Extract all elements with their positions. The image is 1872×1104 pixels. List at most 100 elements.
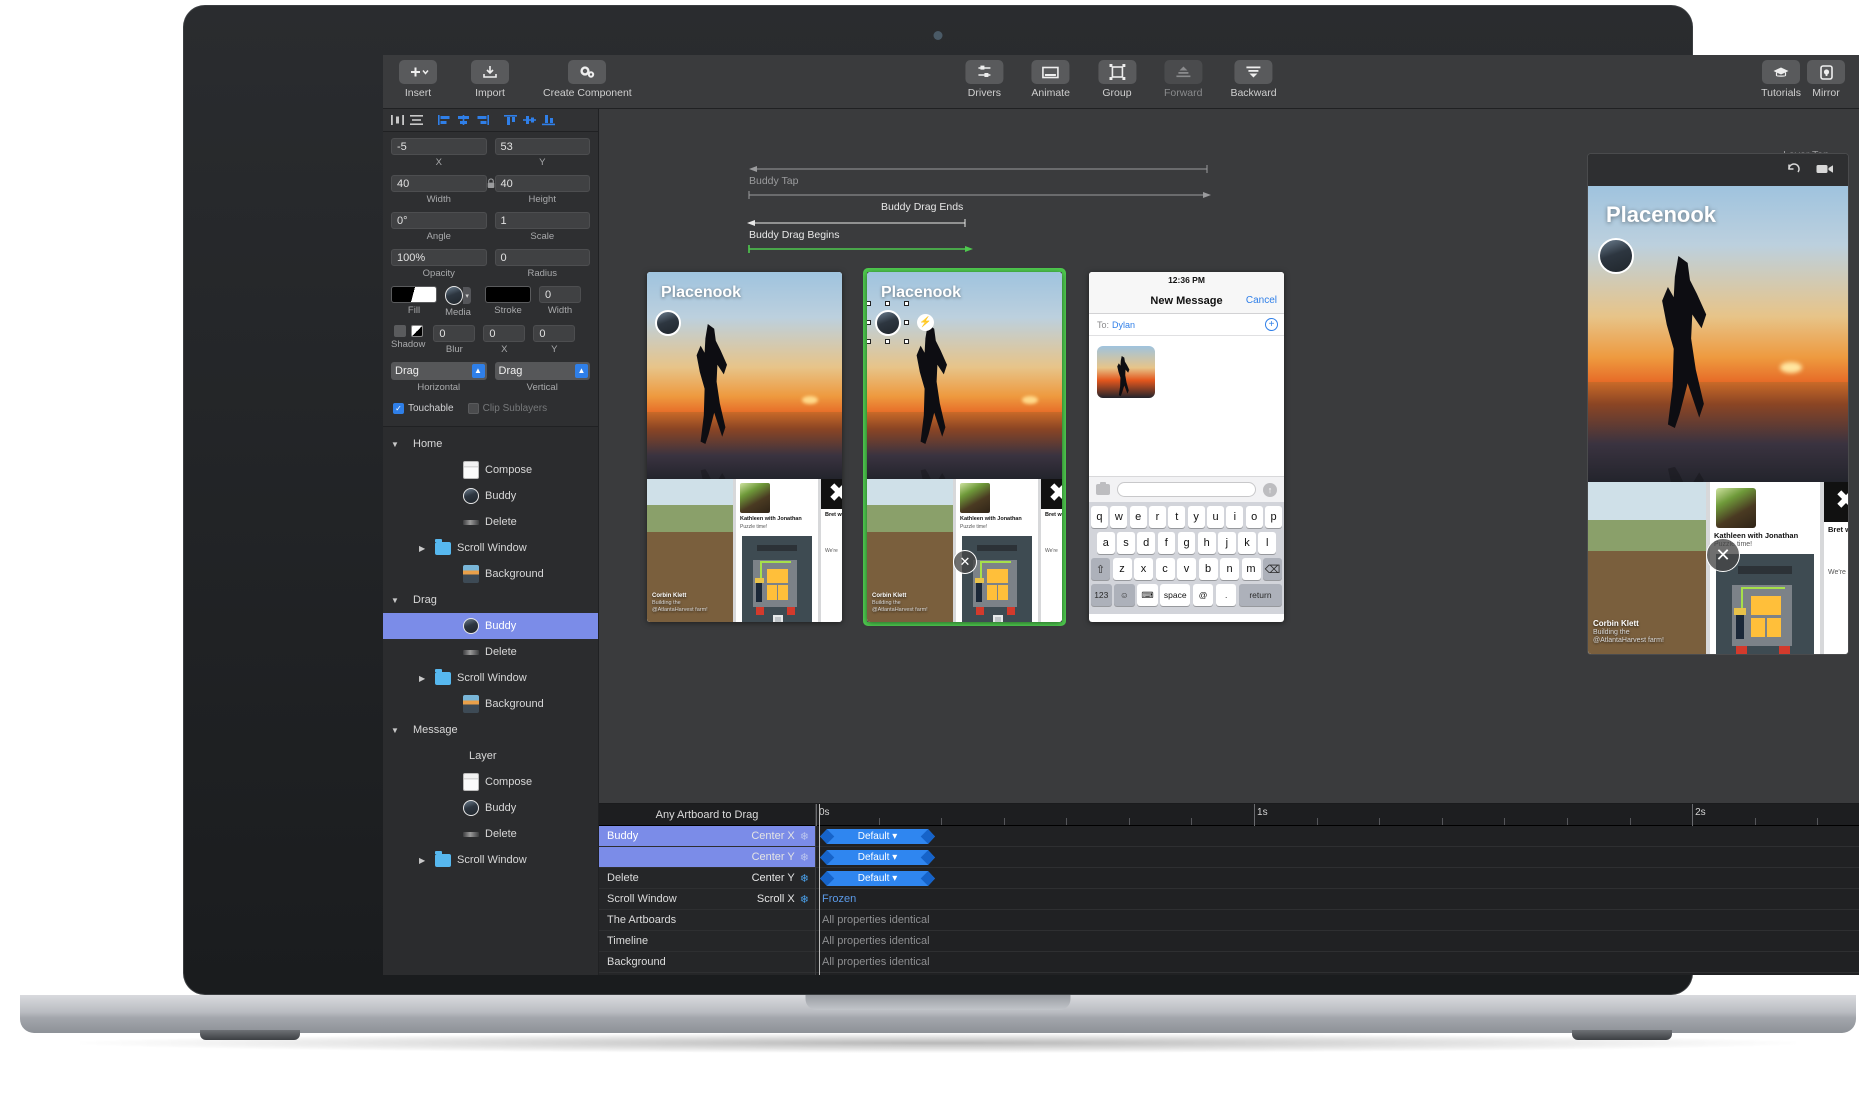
snowflake-icon[interactable]: ❄	[800, 851, 809, 864]
layer-row-delete[interactable]: Delete	[383, 509, 598, 535]
lightning-bolt-icon[interactable]: ⚡	[917, 314, 934, 331]
aspect-lock-icon[interactable]	[486, 178, 495, 189]
stroke-cell[interactable]: Stroke	[485, 286, 531, 316]
key-h[interactable]: h	[1198, 532, 1216, 554]
delete-close-button[interactable]: ✕	[953, 550, 977, 574]
align-distribute-v-icon[interactable]	[408, 113, 425, 128]
timeline-row-labels[interactable]: BuddyCenter X❄Center Y❄DeleteCenter Y❄Sc…	[599, 826, 815, 973]
timeline-property[interactable]: Center Y❄	[752, 851, 809, 864]
timeline-property[interactable]: Center X❄	[751, 830, 809, 843]
scale-input[interactable]: 1	[495, 212, 591, 229]
timeline-track[interactable]: All properties identical	[816, 931, 1859, 952]
timeline-track[interactable]: All properties identical	[816, 910, 1859, 931]
clip-sublayers-checkbox-row[interactable]: Clip Sublayers	[468, 403, 547, 414]
timeline-row-label[interactable]: Timeline	[599, 931, 815, 952]
align-middle-v-icon[interactable]	[521, 113, 538, 128]
key-e[interactable]: e	[1130, 506, 1147, 528]
stroke-swatch[interactable]	[485, 286, 531, 303]
stepper-icon[interactable]: ▲	[575, 364, 588, 378]
animate-button[interactable]: Animate	[1031, 60, 1070, 99]
timeline-row-label[interactable]: Center Y❄	[599, 847, 815, 868]
layer-row-background[interactable]: Background	[383, 561, 598, 587]
emoji-icon[interactable]: ☺	[1114, 584, 1135, 606]
keyframe-end[interactable]	[921, 829, 937, 845]
playhead[interactable]	[819, 804, 820, 975]
cancel-button[interactable]: Cancel	[1246, 295, 1277, 306]
layer-row-delete[interactable]: Delete	[383, 821, 598, 847]
key-v[interactable]: v	[1177, 558, 1196, 580]
scale-field[interactable]: 1 Scale	[495, 212, 591, 242]
shadow-x-cell[interactable]: 0 X	[483, 325, 525, 355]
shadow-toggle-cell[interactable]: Shadow	[391, 325, 425, 350]
touchable-checkbox[interactable]: ✓	[393, 403, 404, 414]
message-body[interactable]	[1089, 346, 1284, 476]
forward-button[interactable]: Forward	[1164, 60, 1203, 99]
import-button[interactable]: Import	[471, 60, 509, 99]
key-g[interactable]: g	[1178, 532, 1196, 554]
key-x[interactable]: x	[1134, 558, 1153, 580]
timeline-property[interactable]: Center Y❄	[752, 872, 809, 885]
attached-image-thumb[interactable]	[1097, 346, 1155, 398]
key-u[interactable]: u	[1207, 506, 1224, 528]
card-bret[interactable]: Bret w We're	[821, 479, 842, 622]
layer-row-scroll-window[interactable]: Scroll Window	[383, 665, 598, 691]
fill-swatch[interactable]	[391, 286, 437, 303]
shift-icon[interactable]: ⇧	[1091, 558, 1110, 580]
disclosure-triangle[interactable]	[391, 440, 401, 449]
timeline-row-label[interactable]: Background	[599, 952, 815, 973]
key-i[interactable]: i	[1226, 506, 1243, 528]
layer-tree[interactable]: HomeComposeBuddyDeleteScroll WindowBackg…	[383, 426, 598, 975]
undo-icon[interactable]	[1786, 162, 1802, 179]
key-z[interactable]: z	[1113, 558, 1132, 580]
layer-row-layer[interactable]: Layer	[383, 743, 598, 769]
y-field[interactable]: 53 Y	[495, 138, 591, 168]
key-j[interactable]: j	[1218, 532, 1236, 554]
backspace-icon[interactable]: ⌫	[1263, 558, 1282, 580]
key-numbers[interactable]: 123	[1091, 584, 1112, 606]
shadow-y-input[interactable]: 0	[533, 325, 575, 342]
camera-icon[interactable]	[1096, 484, 1110, 495]
key-c[interactable]: c	[1156, 558, 1175, 580]
key-b[interactable]: b	[1199, 558, 1218, 580]
width-field[interactable]: 40 Width	[391, 175, 487, 205]
timeline-track[interactable]: All properties identical	[816, 952, 1859, 973]
radius-input[interactable]: 0	[495, 249, 591, 266]
group-button[interactable]: Group	[1098, 60, 1136, 99]
align-right-icon[interactable]	[474, 113, 491, 128]
shadow-color-swatch[interactable]	[411, 325, 423, 337]
recipient-field[interactable]: To: Dylan +	[1089, 314, 1284, 336]
shadow-x-input[interactable]: 0	[483, 325, 525, 342]
stroke-width-cell[interactable]: 0 Width	[539, 286, 581, 316]
align-top-icon[interactable]	[502, 113, 519, 128]
tutorials-button[interactable]: Tutorials	[1761, 60, 1801, 99]
disclosure-triangle[interactable]	[391, 596, 401, 605]
key-k[interactable]: k	[1238, 532, 1256, 554]
animation-bar[interactable]: Default ▾	[820, 871, 935, 886]
align-distribute-h-icon[interactable]	[389, 113, 406, 128]
key-r[interactable]: r	[1149, 506, 1166, 528]
snowflake-icon[interactable]: ❄	[800, 893, 809, 906]
artboard-drag[interactable]: Placenook	[867, 272, 1062, 622]
timeline-tracks[interactable]: Default ▾Default ▾Default ▾FrozenAll pro…	[816, 826, 1859, 973]
layer-row-home[interactable]: Home	[383, 431, 598, 457]
blur-cell[interactable]: 0 Blur	[433, 325, 475, 355]
stepper-icon[interactable]: ▲	[472, 364, 485, 378]
canvas[interactable]: Layer Tap Buddy Tap	[599, 109, 1859, 803]
key-y[interactable]: y	[1188, 506, 1205, 528]
keyframe-end[interactable]	[921, 850, 937, 866]
timeline-track[interactable]: Frozen	[816, 889, 1859, 910]
video-camera-icon[interactable]	[1816, 163, 1834, 178]
timeline-track[interactable]: Default ▾	[816, 826, 1859, 847]
horizontal-select[interactable]: Drag ▲	[391, 362, 487, 380]
snowflake-icon[interactable]: ❄	[800, 872, 809, 885]
timeline-track[interactable]: Default ▾	[816, 868, 1859, 889]
key-period[interactable]: .	[1216, 584, 1237, 606]
layer-row-buddy[interactable]: Buddy	[383, 795, 598, 821]
key-n[interactable]: n	[1220, 558, 1239, 580]
x-field[interactable]: -5 X	[391, 138, 487, 168]
timeline-row-label[interactable]: BuddyCenter X❄	[599, 826, 815, 847]
shadow-enable-checkbox[interactable]	[394, 325, 406, 337]
height-input[interactable]: 40	[495, 175, 591, 192]
drivers-button[interactable]: Drivers	[965, 60, 1003, 99]
timeline-track[interactable]: Default ▾	[816, 847, 1859, 868]
